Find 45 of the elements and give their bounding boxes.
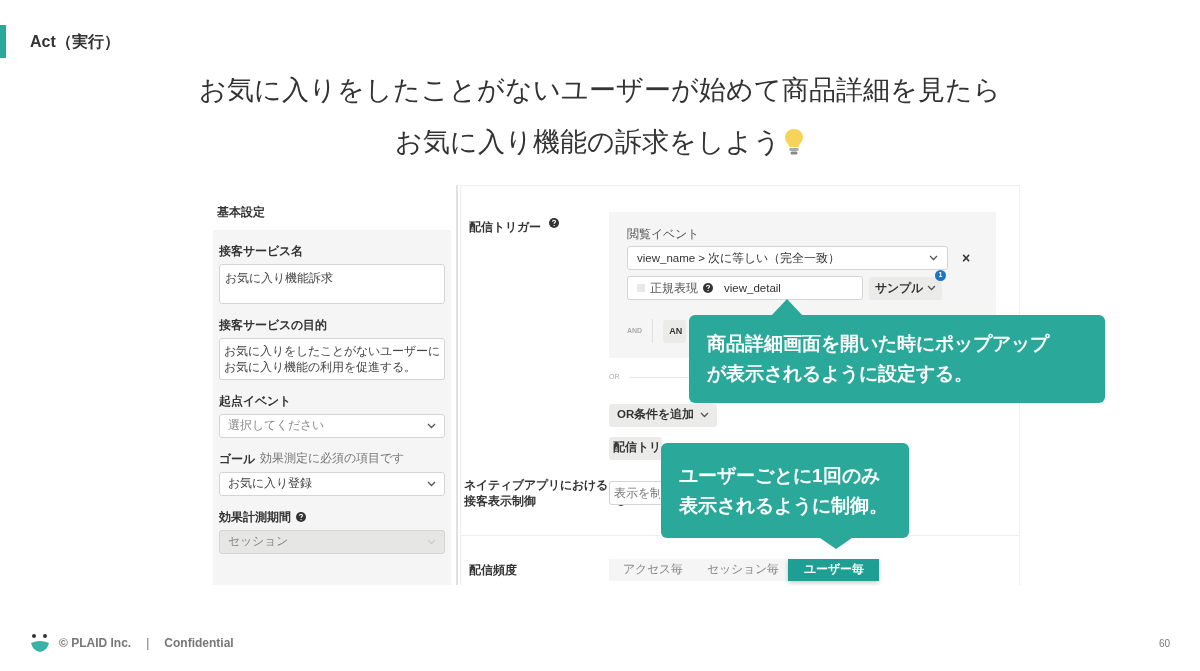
field-label: 起点イベント bbox=[219, 393, 291, 410]
page-number: 60 bbox=[1158, 636, 1170, 651]
condition-select[interactable]: view_name > 次に等しい（完全一致） bbox=[627, 246, 948, 271]
add-trigger-button[interactable]: 配信トリ bbox=[609, 436, 662, 460]
text-area[interactable]: お気に入りをしたことがないユーザーに お気に入り機能の利用を促進する。 bbox=[219, 338, 445, 380]
logo-icon bbox=[30, 633, 50, 653]
tooltip-pointer bbox=[820, 538, 852, 549]
panel-title: 基本設定 bbox=[216, 204, 266, 221]
sample-button[interactable]: サンプル bbox=[869, 276, 942, 300]
chevron-down-icon bbox=[427, 539, 436, 545]
field-label: 閲覧イベント bbox=[627, 227, 700, 242]
field-label: ネイティブアプリにおける 接客表示制御 bbox=[464, 477, 608, 509]
field-label: 配信頻度 bbox=[469, 561, 517, 579]
field-label: ゴール bbox=[219, 451, 255, 468]
callout-tooltip: ユーザーごとに1回のみ 表示されるように制御。 bbox=[661, 443, 909, 538]
chevron-down-icon bbox=[427, 423, 436, 429]
chevron-down-icon bbox=[927, 285, 936, 292]
select-field[interactable]: お気に入り登録 bbox=[219, 472, 445, 496]
select-field[interactable]: 選択してください bbox=[219, 414, 445, 438]
help-icon[interactable] bbox=[549, 218, 559, 228]
add-or-button[interactable]: OR条件を追加 bbox=[609, 403, 718, 427]
callout-tooltip: 商品詳細画面を開いた時にポップアップ が表示されるように設定する。 bbox=[689, 315, 1105, 403]
and-button[interactable]: AN bbox=[663, 319, 687, 343]
text-field[interactable]: お気に入り機能訴求 bbox=[219, 264, 445, 304]
copyright-text: © PLAID Inc. bbox=[59, 635, 132, 652]
separator-text: | bbox=[146, 635, 150, 652]
field-label: 配信トリガー bbox=[469, 219, 541, 236]
field-label: 効果計測期間 bbox=[219, 509, 291, 526]
headline-text: お気に入りをしたことがないユーザーが始めて商品詳細を見たら bbox=[199, 74, 1001, 107]
confidential-text: Confidential bbox=[164, 635, 234, 652]
checkbox-label: 正規表現 bbox=[650, 280, 698, 296]
field-hint: 効果測定に必須の項目です bbox=[260, 451, 404, 467]
headline-text: お気に入り機能の訴求をしよう bbox=[395, 126, 781, 159]
help-icon[interactable] bbox=[703, 283, 713, 294]
remove-button[interactable]: × bbox=[962, 247, 971, 269]
field-label: 接客サービスの目的 bbox=[219, 317, 327, 334]
chevron-down-icon bbox=[700, 412, 710, 418]
lightbulb-icon bbox=[783, 127, 805, 157]
chevron-down-icon bbox=[427, 481, 436, 487]
accent-bar bbox=[0, 25, 6, 58]
section-title: Act（実行） bbox=[30, 31, 120, 52]
field-label: 接客サービス名 bbox=[219, 243, 303, 260]
chevron-down-icon bbox=[929, 255, 938, 262]
tooltip-pointer bbox=[771, 299, 803, 316]
value-field[interactable]: 正規表現 view_detail bbox=[627, 276, 863, 301]
